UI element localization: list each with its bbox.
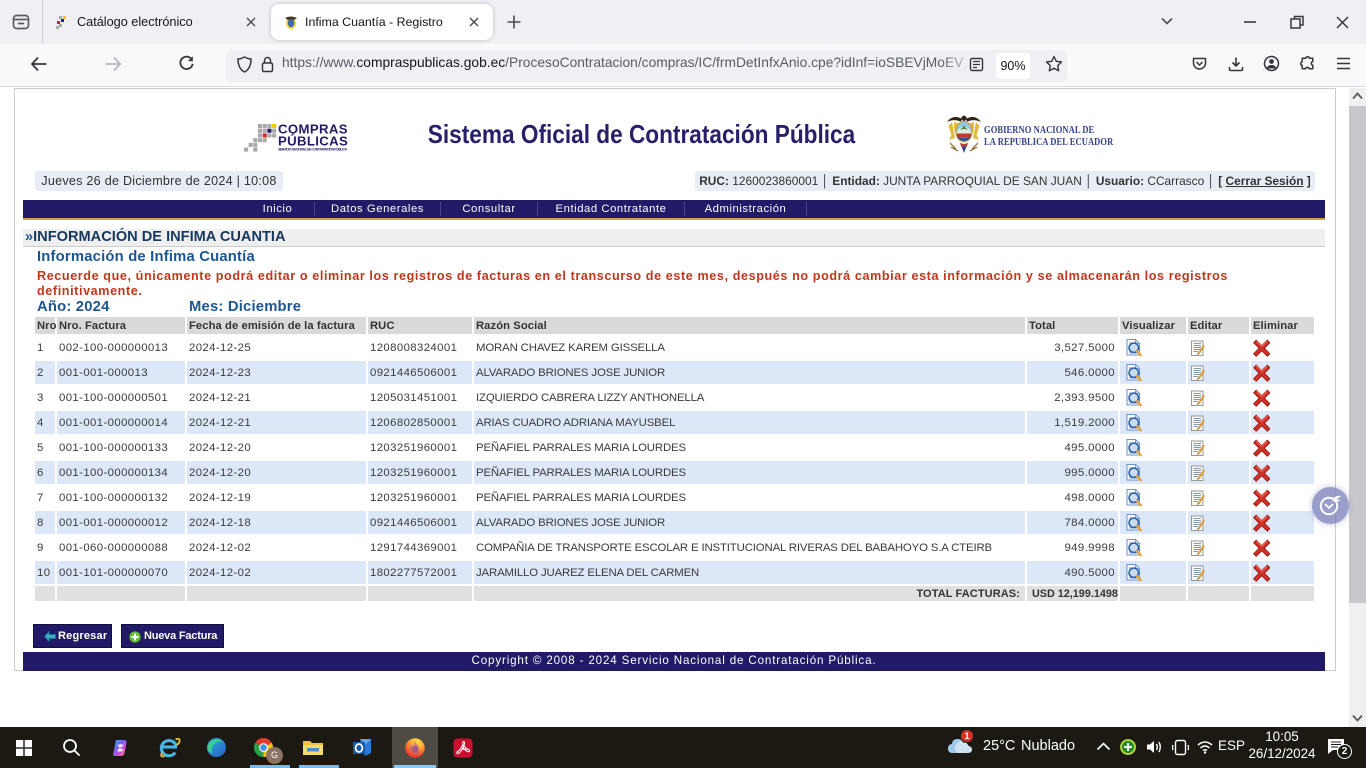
svg-text:1: 1 — [964, 731, 969, 741]
